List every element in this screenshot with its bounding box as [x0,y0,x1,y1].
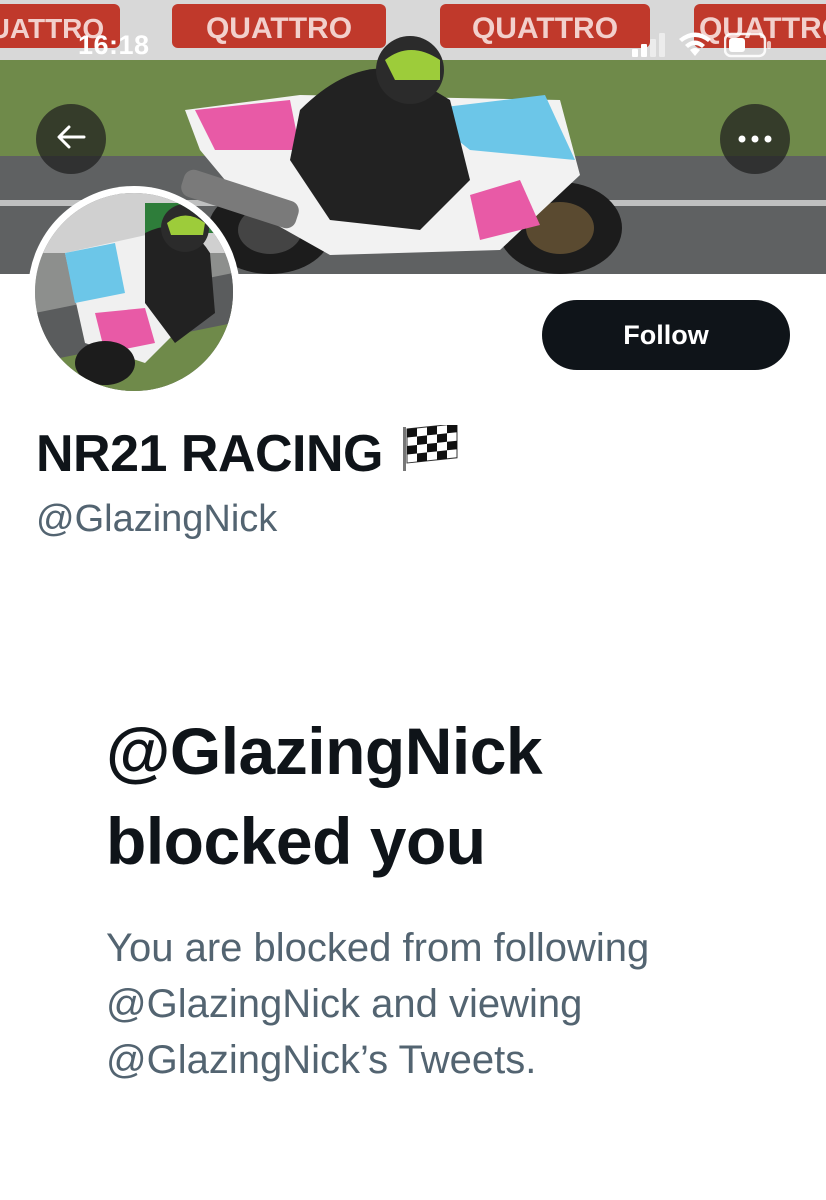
back-arrow-icon [56,124,86,155]
blocked-title: @GlazingNick blocked you [106,714,543,878]
status-time: 16:18 [78,30,150,60]
display-name-text: NR21 RACING [36,425,384,483]
cellular-signal-icon [632,33,666,62]
more-horizontal-icon [738,130,772,148]
profile-handle: @GlazingNick [36,498,278,540]
status-bar: 16:18 [0,0,826,70]
profile-display-name: NR21 RACING [36,423,459,484]
checkered-flag-icon [401,423,459,484]
avatar-photo [35,193,233,391]
battery-icon [723,32,772,63]
blocked-description: You are blocked from following @GlazingN… [106,926,650,1082]
wifi-icon [678,32,712,63]
profile-avatar[interactable] [28,186,240,398]
back-button[interactable] [36,104,106,174]
more-options-button[interactable] [720,104,790,174]
status-icons [632,32,772,63]
follow-button[interactable]: Follow [542,300,790,370]
